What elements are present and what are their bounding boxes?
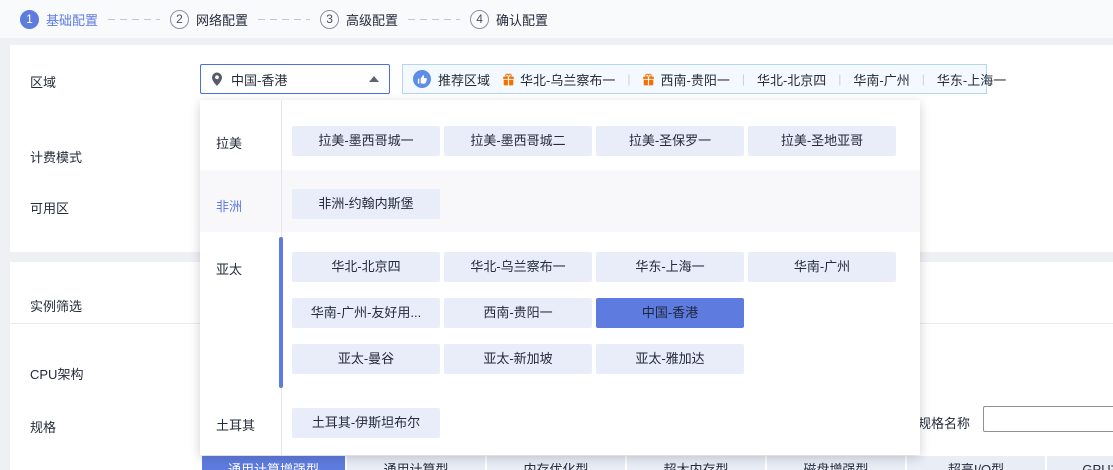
step-3-inactive[interactable]: 3 高级配置 — [320, 9, 399, 29]
step-connector — [258, 18, 311, 20]
spec-name-input[interactable] — [983, 406, 1113, 432]
cpu-arch-label: CPU架构 — [30, 367, 84, 382]
recommend-region-link[interactable]: 华北-北京四 — [757, 70, 826, 89]
region-row: 华南-广州-友好用... 西南-贵阳一 中国-香港 — [292, 298, 920, 328]
region-option[interactable]: 拉美-墨西哥城一 — [292, 126, 440, 156]
region-option[interactable]: 土耳其-伊斯坦布尔 — [292, 408, 440, 438]
spec-tab-inactive[interactable]: 超高I/O型 — [907, 456, 1045, 470]
spec-tab-inactive[interactable]: GPU加速型 — [1047, 456, 1113, 470]
spec-tab-inactive[interactable]: 磁盘增强型 — [767, 456, 905, 470]
location-pin-icon — [211, 72, 223, 86]
spec-tab-active[interactable]: 通用计算增强型 — [202, 456, 345, 470]
recommend-region-label: 华东-上海一 — [936, 72, 1007, 88]
region-label: 区域 — [30, 75, 57, 90]
region-option[interactable]: 拉美-墨西哥城二 — [444, 126, 592, 156]
region-dropdown-panel: 拉美 拉美-墨西哥城一 拉美-墨西哥城二 拉美-圣保罗一 拉美-圣地亚哥 非洲 非洲-约翰内… — [200, 100, 920, 455]
step-label: 确认配置 — [496, 12, 549, 28]
step-label: 网络配置 — [196, 12, 249, 28]
recommended-regions-list: 华北-乌兰察布一 | 西南-贵阳一 | 华北-北京四 | 华南-广州 | 华东-上海一 — [502, 70, 1006, 89]
region-section-2: 非洲 非洲-约翰内斯堡 — [200, 170, 920, 232]
region-rows: 拉美-墨西哥城一 拉美-墨西哥城二 拉美-圣保罗一 拉美-圣地亚哥 — [292, 126, 920, 156]
region-option[interactable]: 华北-乌兰察布一 — [444, 252, 592, 282]
region-section-4: 土耳其 土耳其-伊斯坦布尔 — [200, 394, 920, 454]
step-label: 基础配置 — [46, 12, 99, 28]
region-row: 非洲-约翰内斯堡 — [292, 189, 920, 219]
recommend-separator: | — [741, 72, 745, 86]
region-select-value: 中国-香港 — [231, 72, 288, 88]
region-option[interactable]: 拉美-圣保罗一 — [596, 126, 744, 156]
region-category[interactable]: 非洲 — [200, 189, 292, 219]
spec-tab-inactive[interactable]: 内存优化型 — [487, 456, 625, 470]
region-option[interactable]: 西南-贵阳一 — [444, 298, 592, 328]
region-section-1: 拉美 拉美-墨西哥城一 拉美-墨西哥城二 拉美-圣保罗一 拉美-圣地亚哥 — [200, 100, 920, 170]
region-option[interactable]: 华南-广州-友好用... — [292, 298, 440, 328]
region-row: 土耳其-伊斯坦布尔 — [292, 408, 920, 438]
category-scrollbar-thumb[interactable] — [279, 237, 283, 388]
instance-filter-label: 实例筛选 — [30, 299, 83, 314]
billing-mode-label: 计费模式 — [30, 150, 83, 165]
spec-name-label: 规格名称 — [918, 416, 971, 431]
step-label: 高级配置 — [346, 12, 399, 28]
recommend-region-label: 华北-北京四 — [756, 72, 827, 88]
recommend-separator: | — [921, 72, 925, 86]
recommended-regions-title: 推荐区域 — [438, 72, 491, 88]
spec-label: 规格 — [30, 420, 57, 435]
region-option[interactable]: 亚太-曼谷 — [292, 344, 440, 374]
step-connector — [408, 18, 461, 20]
step-1-active[interactable]: 1 基础配置 — [20, 9, 99, 29]
step-number: 3 — [320, 9, 340, 29]
recommend-region-label: 西南-贵阳一 — [660, 72, 730, 88]
step-2-inactive[interactable]: 2 网络配置 — [170, 9, 249, 29]
region-option[interactable]: 拉美-圣地亚哥 — [748, 126, 896, 156]
spec-type-tabs: 通用计算增强型通用计算型内存优化型超大内存型磁盘增强型超高I/O型GPU加速型 — [202, 456, 1113, 470]
step-number: 4 — [470, 9, 490, 29]
region-option[interactable]: 华东-上海一 — [596, 252, 744, 282]
stepper: 1 基础配置 2 网络配置 3 高级配置 4 确认配置 — [0, 0, 1113, 38]
step-number: 2 — [170, 9, 190, 29]
step-4-inactive[interactable]: 4 确认配置 — [470, 9, 549, 29]
gift-icon — [502, 73, 515, 86]
step-number: 1 — [20, 9, 39, 29]
region-category[interactable]: 土耳其 — [200, 408, 292, 438]
region-section-3: 亚太 华北-北京四 华北-乌兰察布一 华东-上海一 华南-广州 华南-广州-友好用... 西… — [200, 232, 920, 394]
recommended-regions-bar: 推荐区域 华北-乌兰察布一 | 西南-贵阳一 | 华北-北京四 | 华南-广州 | 华东-上海一 — [402, 64, 1006, 94]
recommend-region-label: 华北-乌兰察布一 — [520, 72, 616, 88]
availability-zone-label: 可用区 — [30, 201, 70, 216]
region-category[interactable]: 拉美 — [200, 126, 292, 156]
spec-tab-inactive[interactable]: 超大内存型 — [627, 456, 765, 470]
region-option[interactable]: 非洲-约翰内斯堡 — [292, 189, 440, 219]
region-rows: 土耳其-伊斯坦布尔 — [292, 408, 920, 438]
region-option[interactable]: 亚太-新加坡 — [444, 344, 592, 374]
step-connector — [108, 18, 161, 20]
region-row: 亚太-曼谷 亚太-新加坡 亚太-雅加达 — [292, 344, 920, 374]
gift-icon — [642, 73, 655, 86]
thumbs-up-icon — [413, 70, 431, 88]
recommend-region-link[interactable]: 华南-广州 — [853, 70, 909, 89]
chevron-up-icon — [369, 76, 379, 82]
region-rows: 非洲-约翰内斯堡 — [292, 189, 920, 219]
region-rows: 华北-北京四 华北-乌兰察布一 华东-上海一 华南-广州 华南-广州-友好用... 西南-… — [292, 252, 920, 374]
region-row: 华北-北京四 华北-乌兰察布一 华东-上海一 华南-广州 — [292, 252, 920, 282]
region-dropdown-sections: 拉美 拉美-墨西哥城一 拉美-墨西哥城二 拉美-圣保罗一 拉美-圣地亚哥 非洲 非洲-约翰内… — [200, 100, 920, 454]
region-option-selected[interactable]: 中国-香港 — [596, 298, 744, 328]
recommend-region-link[interactable]: 西南-贵阳一 — [642, 70, 730, 89]
recommend-region-link[interactable]: 华北-乌兰察布一 — [502, 70, 615, 89]
spec-tab-inactive[interactable]: 通用计算型 — [347, 456, 485, 470]
recommend-separator: | — [627, 72, 631, 86]
recommend-region-link[interactable]: 华东-上海一 — [937, 70, 1006, 89]
recommend-region-label: 华南-广州 — [853, 72, 910, 88]
ecs-purchase-page: 1 基础配置 2 网络配置 3 高级配置 4 确认配置 区域 中国-香港 推荐区域 华北-乌兰… — [0, 0, 1113, 470]
region-option[interactable]: 华北-北京四 — [292, 252, 440, 282]
region-select[interactable]: 中国-香港 — [200, 64, 390, 94]
region-row: 拉美-墨西哥城一 拉美-墨西哥城二 拉美-圣保罗一 拉美-圣地亚哥 — [292, 126, 920, 156]
region-option[interactable]: 华南-广州 — [748, 252, 896, 282]
recommend-separator: | — [838, 72, 842, 86]
region-option[interactable]: 亚太-雅加达 — [596, 344, 744, 374]
